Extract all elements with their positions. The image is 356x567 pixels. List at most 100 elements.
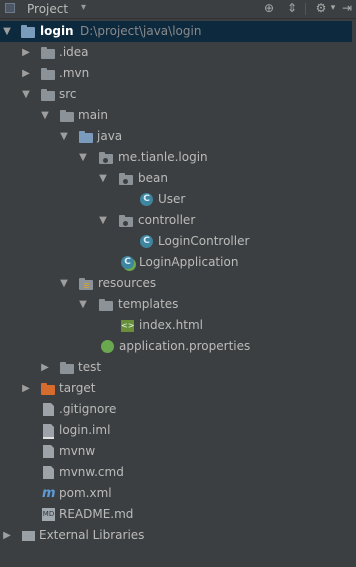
text-file-icon: [43, 403, 54, 416]
tree-item-idea[interactable]: ▶ .idea: [0, 42, 356, 63]
tree-item-label: login.iml: [59, 423, 111, 437]
markdown-file-icon: MD: [42, 508, 55, 521]
source-folder-icon: [79, 131, 93, 143]
expand-arrow-icon[interactable]: ▼: [59, 273, 69, 294]
text-file-icon: [43, 445, 54, 458]
folder-icon: [41, 89, 55, 101]
tree-item-controller[interactable]: ▼ controller: [0, 210, 356, 231]
tree-item-label: pom.xml: [59, 486, 112, 500]
tree-item-label: mvnw: [59, 444, 96, 458]
tree-item-label: LoginApplication: [139, 255, 239, 269]
tree-item-label: src: [59, 87, 77, 101]
expand-arrow-icon[interactable]: ▼: [98, 210, 108, 231]
folder-icon: [99, 299, 113, 311]
tree-item-label: test: [78, 360, 102, 374]
tree-item-label: java: [97, 129, 123, 143]
gear-dropdown-icon[interactable]: ▾: [326, 1, 340, 15]
tree-item-src[interactable]: ▼ src: [0, 84, 356, 105]
tree-item-test[interactable]: ▶ test: [0, 357, 356, 378]
tree-item-login-iml[interactable]: login.iml: [0, 420, 356, 441]
tree-item-application-properties[interactable]: application.properties: [0, 336, 356, 357]
folder-icon: [60, 110, 74, 122]
collapsed-arrow-icon[interactable]: ▶: [21, 63, 31, 84]
project-view-selector[interactable]: Project: [27, 2, 68, 16]
folder-icon: [41, 68, 55, 80]
class-icon: C: [140, 235, 153, 248]
tree-item-label: me.tianle.login: [118, 150, 208, 164]
maven-file-icon: m: [42, 486, 56, 501]
tree-item-label: index.html: [139, 318, 203, 332]
chevron-down-icon[interactable]: ▾: [81, 2, 86, 13]
folder-icon: [60, 362, 74, 374]
tree-item-label: .gitignore: [59, 402, 117, 416]
tree-item-path: D:\project\java\login: [80, 24, 202, 38]
expand-arrow-icon[interactable]: ▼: [21, 84, 31, 105]
expand-arrow-icon[interactable]: ▼: [78, 147, 88, 168]
tree-item-label: .mvn: [59, 66, 90, 80]
expand-arrow-icon[interactable]: ▼: [40, 105, 50, 126]
text-file-icon: [43, 466, 54, 479]
tree-item-label: main: [78, 108, 108, 122]
project-icon: [5, 3, 15, 13]
tree-item-label: README.md: [59, 507, 134, 521]
tree-item-readme[interactable]: MD README.md: [0, 504, 356, 525]
expand-arrow-icon[interactable]: ▼: [2, 21, 12, 42]
tree-item-logincontroller[interactable]: C LoginController: [0, 231, 356, 252]
tree-item-label: target: [59, 381, 96, 395]
package-icon: [99, 152, 113, 164]
spring-class-icon: C: [121, 256, 134, 269]
tree-item-label: User: [158, 192, 186, 206]
collapsed-arrow-icon[interactable]: ▶: [2, 525, 12, 546]
expand-arrow-icon[interactable]: ▼: [78, 294, 88, 315]
class-icon: C: [140, 193, 153, 206]
tree-item-label: login: [40, 24, 74, 38]
tree-item-label: resources: [98, 276, 157, 290]
collapse-icon[interactable]: ⇕: [285, 1, 299, 15]
tree-item-loginapplication[interactable]: C LoginApplication: [0, 252, 356, 273]
tree-item-gitignore[interactable]: .gitignore: [0, 399, 356, 420]
tree-item-user[interactable]: C User: [0, 189, 356, 210]
tree-item-bean[interactable]: ▼ bean: [0, 168, 356, 189]
expand-arrow-icon[interactable]: ▼: [98, 168, 108, 189]
tree-item-label: templates: [118, 297, 179, 311]
tree-item-label: .idea: [59, 45, 89, 59]
tree-item-java[interactable]: ▼ java: [0, 126, 356, 147]
tree-item-index-html[interactable]: <> index.html: [0, 315, 356, 336]
library-icon: [22, 531, 35, 541]
resources-folder-icon: [79, 278, 93, 290]
scrollbar-track[interactable]: [352, 19, 356, 567]
tree-item-external-libraries[interactable]: ▶ External Libraries: [0, 525, 356, 546]
collapsed-arrow-icon[interactable]: ▶: [40, 357, 50, 378]
package-icon: [119, 215, 133, 227]
expand-arrow-icon[interactable]: ▼: [59, 126, 69, 147]
module-folder-icon: [21, 25, 35, 38]
tree-item-label: LoginController: [158, 234, 250, 248]
tree-item-label: controller: [138, 213, 196, 227]
tree-item-label: mvnw.cmd: [59, 465, 124, 479]
tree-item-mvn[interactable]: ▶ .mvn: [0, 63, 356, 84]
tree-item-label: bean: [138, 171, 168, 185]
tree-item-resources[interactable]: ▼ resources: [0, 273, 356, 294]
html-file-icon: <>: [121, 320, 135, 332]
target-icon[interactable]: ⊕: [262, 1, 276, 15]
tree-item-mvnw-cmd[interactable]: mvnw.cmd: [0, 462, 356, 483]
tree-item-pom-xml[interactable]: m pom.xml: [0, 483, 356, 504]
package-icon: [119, 173, 133, 185]
excluded-folder-icon: [41, 383, 55, 395]
folder-icon: [41, 47, 55, 59]
tree-item-label: application.properties: [119, 339, 251, 353]
toolbar-divider: [305, 3, 306, 15]
tree-item-main[interactable]: ▼ main: [0, 105, 356, 126]
collapsed-arrow-icon[interactable]: ▶: [21, 378, 31, 399]
iml-file-icon: [43, 424, 54, 439]
collapsed-arrow-icon[interactable]: ▶: [21, 42, 31, 63]
tree-item-label: External Libraries: [39, 528, 145, 542]
tree-item-mvnw[interactable]: mvnw: [0, 441, 356, 462]
tree-item-login[interactable]: ▼ login D:\project\java\login: [0, 21, 356, 42]
tree-item-target[interactable]: ▶ target: [0, 378, 356, 399]
hide-icon[interactable]: ⇥: [340, 1, 354, 15]
project-toolwindow-header: Project ▾ ⊕ ⇕ ⚙ ▾ ⇥: [0, 0, 356, 19]
spring-properties-icon: [101, 340, 114, 353]
tree-item-package-root[interactable]: ▼ me.tianle.login: [0, 147, 356, 168]
tree-item-templates[interactable]: ▼ templates: [0, 294, 356, 315]
